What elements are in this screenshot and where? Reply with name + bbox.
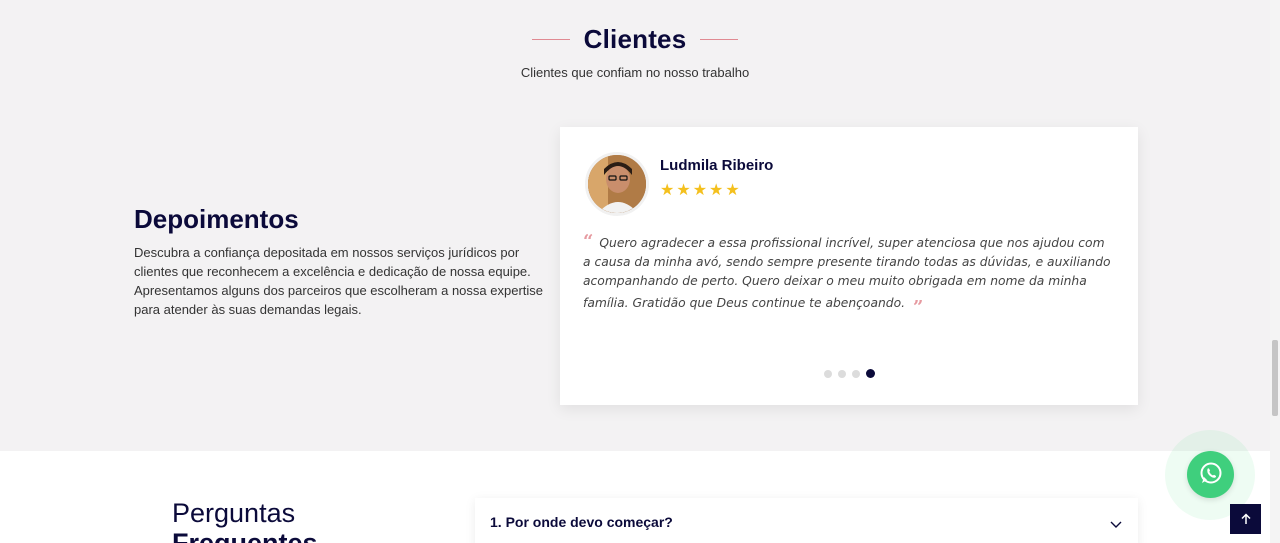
testimonials-heading: Depoimentos bbox=[134, 204, 299, 234]
faq-title-line1: Perguntas bbox=[172, 498, 296, 528]
arrow-up-icon bbox=[1240, 510, 1252, 529]
star-icon: ★ bbox=[660, 180, 675, 199]
carousel-dot[interactable] bbox=[824, 369, 832, 378]
chevron-down-icon[interactable] bbox=[1110, 514, 1122, 533]
star-icon: ★ bbox=[709, 180, 724, 199]
carousel-dot[interactable] bbox=[838, 369, 846, 378]
testimonials-description: Descubra a confiança depositada em nosso… bbox=[134, 245, 544, 317]
faq-title-line2: Frequentes bbox=[172, 528, 318, 543]
faq-title: Perguntas Frequentes bbox=[172, 498, 318, 543]
testimonial-author: Ludmila Ribeiro bbox=[660, 157, 774, 174]
quote-open-icon: “ bbox=[583, 231, 594, 252]
star-icon: ★ bbox=[725, 180, 740, 199]
whatsapp-button[interactable] bbox=[1187, 451, 1234, 498]
title-line-left bbox=[531, 39, 570, 40]
carousel-dot-active[interactable] bbox=[866, 369, 875, 378]
avatar bbox=[585, 152, 649, 216]
carousel-dot[interactable] bbox=[852, 369, 860, 378]
faq-item[interactable]: 1. Por onde devo começar? bbox=[475, 498, 1138, 543]
title-line-right bbox=[700, 39, 739, 40]
clients-header: Clientes Clientes que confiam no nosso t… bbox=[0, 24, 1270, 80]
star-icon: ★ bbox=[692, 180, 708, 199]
scrollbar-thumb[interactable] bbox=[1272, 340, 1278, 416]
testimonial-quote-text: Quero agradecer a essa profissional incr… bbox=[583, 236, 1111, 310]
quote-close-icon: ” bbox=[913, 296, 924, 318]
clients-subtitle: Clientes que confiam no nosso trabalho bbox=[520, 65, 750, 80]
clients-section: Clientes Clientes que confiam no nosso t… bbox=[0, 0, 1270, 451]
clients-title: Clientes bbox=[583, 24, 687, 54]
testimonials-intro: Depoimentos Descubra a confiança deposit… bbox=[134, 204, 544, 319]
back-to-top-button[interactable] bbox=[1230, 504, 1261, 534]
faq-section: Perguntas Frequentes 1. Por onde devo co… bbox=[0, 451, 1270, 543]
star-icon: ★ bbox=[676, 180, 691, 199]
rating-stars: ★ ★ ★ ★ ★ bbox=[660, 182, 740, 198]
testimonial-quote: “Quero agradecer a essa profissional inc… bbox=[583, 231, 1115, 317]
faq-question: 1. Por onde devo começar? bbox=[490, 514, 673, 530]
whatsapp-icon bbox=[1198, 460, 1224, 490]
testimonial-card: Ludmila Ribeiro ★ ★ ★ ★ ★ “Quero agradec… bbox=[560, 127, 1138, 405]
scrollbar[interactable] bbox=[1270, 0, 1280, 543]
carousel-pagination bbox=[824, 369, 875, 378]
